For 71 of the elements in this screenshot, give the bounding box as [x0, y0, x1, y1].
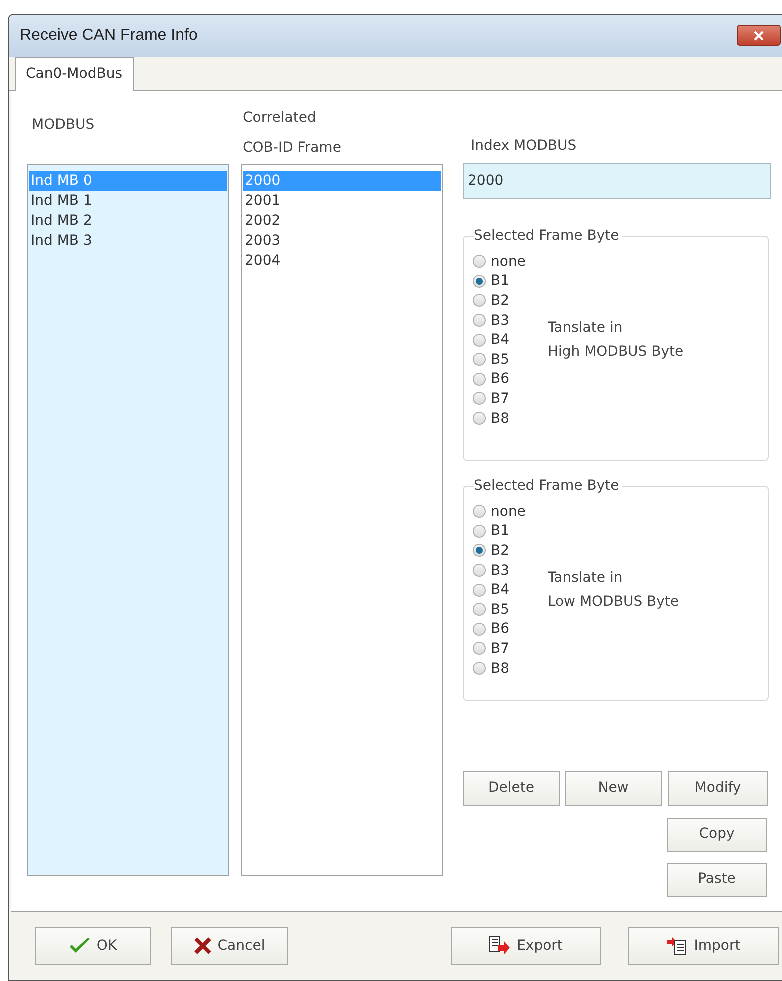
- list-item[interactable]: 2004: [243, 250, 441, 271]
- cob-id-list[interactable]: 2000 2001 2002 2003 2004: [241, 164, 443, 876]
- note-text: Tanslate in: [548, 569, 624, 588]
- import-icon: [666, 936, 688, 956]
- index-label: Index MODBUS: [470, 136, 578, 156]
- radio-button[interactable]: [473, 544, 486, 558]
- radio-button[interactable]: [473, 505, 486, 518]
- action-button[interactable]: Paste: [667, 862, 767, 897]
- radio-label: B6: [491, 620, 510, 638]
- radio-label: B5: [491, 350, 510, 369]
- radio-label: none: [491, 252, 526, 271]
- footer-button[interactable]: Cancel: [171, 927, 288, 966]
- radio-label: B2: [491, 542, 510, 560]
- note-text: High MODBUS Byte: [548, 343, 684, 362]
- tab[interactable]: Can0-ModBus: [15, 56, 134, 91]
- modbus-list[interactable]: Ind MB 0 Ind MB 1 Ind MB 2 Ind MB 3: [27, 164, 229, 876]
- cob-id-label: Correlated: [243, 108, 318, 128]
- cross-icon: [194, 937, 212, 956]
- radio-button[interactable]: [473, 662, 486, 675]
- radio-label: B3: [491, 562, 510, 580]
- radio-button[interactable]: [473, 622, 486, 636]
- radio-button[interactable]: [473, 353, 486, 366]
- window-title: Receive CAN Frame Info: [20, 26, 198, 46]
- footer-button[interactable]: OK: [35, 927, 151, 966]
- radio-button[interactable]: [473, 584, 486, 597]
- close-button[interactable]: [737, 25, 781, 46]
- radio-button[interactable]: [473, 603, 486, 616]
- radio-label: B4: [491, 331, 510, 350]
- list-item[interactable]: Ind MB 3: [29, 230, 227, 251]
- radio-button[interactable]: [473, 524, 486, 538]
- close-icon: [754, 30, 764, 41]
- radio-button[interactable]: [473, 274, 486, 288]
- footer-button[interactable]: Export: [451, 927, 601, 966]
- action-button[interactable]: Modify: [668, 770, 768, 806]
- cob-id-label: COB-ID Frame: [243, 138, 342, 158]
- list-item[interactable]: Ind MB 1: [29, 190, 227, 211]
- radio-label: B4: [491, 581, 510, 600]
- note-text: Low MODBUS Byte: [548, 593, 680, 612]
- radio-label: none: [491, 502, 526, 521]
- radio-label: B6: [491, 370, 510, 388]
- radio-button[interactable]: [473, 255, 486, 268]
- radio-button[interactable]: [473, 314, 486, 328]
- index-field[interactable]: 2000: [463, 162, 771, 199]
- modbus-label: MODBUS: [31, 116, 96, 135]
- list-item[interactable]: 2003: [243, 230, 441, 251]
- radio-button[interactable]: [473, 412, 486, 425]
- list-item[interactable]: 2002: [243, 210, 441, 231]
- radio-label: B1: [491, 522, 510, 540]
- radio-button[interactable]: [473, 372, 486, 386]
- action-button[interactable]: New: [565, 770, 662, 806]
- radio-label: B3: [491, 312, 510, 330]
- radio-button[interactable]: [473, 642, 486, 656]
- radio-button[interactable]: [473, 294, 486, 308]
- radio-label: B7: [491, 640, 510, 658]
- list-item[interactable]: 2001: [243, 190, 441, 211]
- list-item[interactable]: Ind MB 2: [29, 210, 227, 231]
- radio-label: B8: [491, 660, 510, 678]
- radio-button[interactable]: [473, 392, 486, 406]
- checkmark-icon: [68, 937, 91, 956]
- radio-label: B8: [491, 410, 510, 428]
- radio-label: B2: [491, 292, 510, 310]
- footer-button[interactable]: Import: [628, 927, 779, 966]
- radio-label: B7: [491, 390, 510, 408]
- export-icon: [489, 936, 512, 956]
- radio-button[interactable]: [473, 564, 486, 578]
- radio-label: B5: [491, 600, 510, 619]
- action-button[interactable]: Delete: [463, 770, 560, 806]
- radio-label: B1: [491, 272, 510, 290]
- radio-button[interactable]: [473, 334, 486, 347]
- action-button[interactable]: Copy: [667, 818, 767, 852]
- note-text: Tanslate in: [548, 319, 624, 338]
